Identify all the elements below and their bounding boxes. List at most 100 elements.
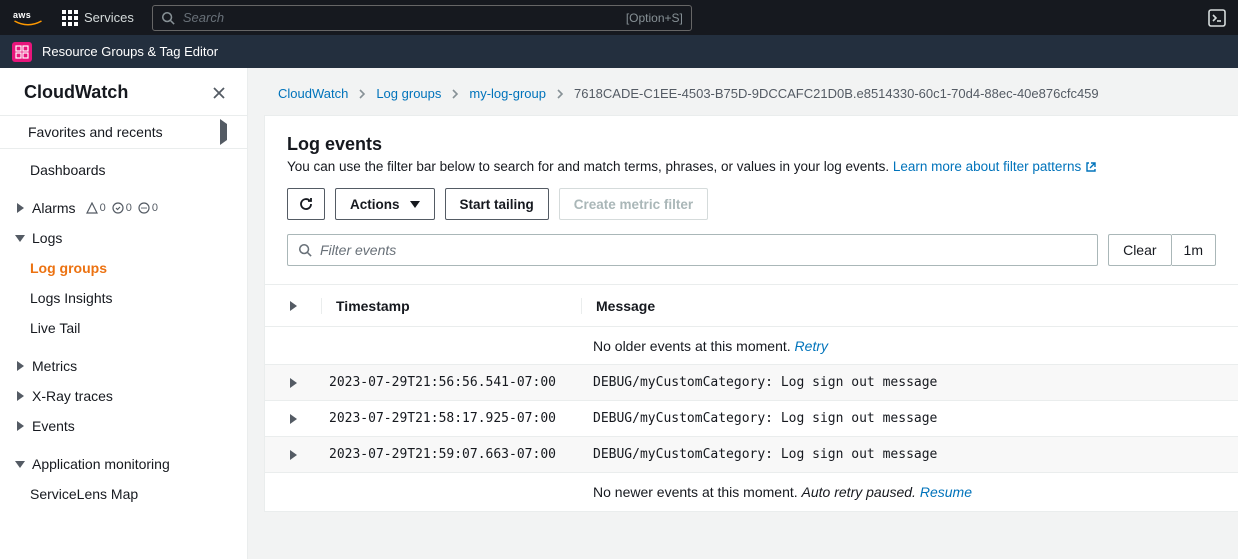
- nav-item-label: Metrics: [32, 358, 77, 374]
- sidebar-title: CloudWatch: [24, 82, 128, 103]
- nav-item-servicelens-map[interactable]: ServiceLens Map: [0, 479, 247, 509]
- favorites-recents[interactable]: Favorites and recents: [0, 116, 247, 149]
- nav-item-logs-insights[interactable]: Logs Insights: [0, 283, 247, 313]
- row-message: DEBUG/myCustomCategory: Log sign out mes…: [581, 375, 1238, 390]
- alarm-badges: 000: [86, 202, 158, 214]
- search-shortcut: [Option+S]: [626, 11, 683, 25]
- log-row[interactable]: 2023-07-29T21:58:17.925-07:00DEBUG/myCus…: [265, 401, 1238, 437]
- alarm-triangle-icon: 0: [86, 202, 106, 214]
- retry-link[interactable]: Retry: [795, 338, 828, 354]
- time-range-button[interactable]: 1m: [1172, 234, 1216, 266]
- nav-item-label: Dashboards: [30, 162, 106, 178]
- filter-input-wrapper[interactable]: [287, 234, 1098, 266]
- refresh-button[interactable]: [287, 188, 325, 220]
- chevron-right-icon: [220, 124, 227, 140]
- nav-item-label: Logs: [32, 230, 62, 246]
- row-expand-toggle[interactable]: [265, 414, 321, 424]
- content-area: CloudWatch Log groups my-log-group 7618CADE…: [248, 68, 1238, 559]
- services-label: Services: [84, 10, 134, 25]
- start-tailing-button[interactable]: Start tailing: [445, 188, 549, 220]
- nav-item-log-groups[interactable]: Log groups: [0, 253, 247, 283]
- row-timestamp: 2023-07-29T21:56:56.541-07:00: [321, 375, 581, 390]
- nav-item-dashboards[interactable]: Dashboards: [0, 155, 247, 185]
- grid-icon: [62, 10, 78, 26]
- filter-bar: Clear 1m: [287, 234, 1216, 266]
- log-row[interactable]: 2023-07-29T21:56:56.541-07:00DEBUG/myCus…: [265, 365, 1238, 401]
- expand-all-toggle[interactable]: [265, 301, 321, 311]
- nav-item-metrics[interactable]: Metrics: [0, 351, 247, 381]
- log-row[interactable]: 2023-07-29T21:59:07.663-07:00DEBUG/myCus…: [265, 437, 1238, 473]
- row-timestamp: 2023-07-29T21:59:07.663-07:00: [321, 447, 581, 462]
- chevron-down-icon: [410, 201, 420, 208]
- nav-item-logs[interactable]: Logs: [0, 223, 247, 253]
- global-search[interactable]: [Option+S]: [152, 5, 692, 31]
- breadcrumb-item[interactable]: my-log-group: [469, 86, 546, 101]
- nav-item-label: Live Tail: [30, 320, 80, 336]
- chevron-right-icon: [14, 361, 26, 371]
- external-link-icon: [1085, 161, 1097, 173]
- toolbar: Actions Start tailing Create metric filt…: [287, 188, 1216, 220]
- filter-events-input[interactable]: [320, 242, 1087, 258]
- breadcrumb-item: 7618CADE-C1EE-4503-B75D-9DCCAFC21D0B.e85…: [574, 86, 1099, 101]
- sidebar-close-button[interactable]: [211, 85, 227, 101]
- clear-button[interactable]: Clear: [1108, 234, 1171, 266]
- column-message[interactable]: Message: [581, 298, 1238, 314]
- refresh-icon: [298, 196, 314, 212]
- chevron-down-icon: [14, 235, 26, 242]
- nav-item-live-tail[interactable]: Live Tail: [0, 313, 247, 343]
- create-metric-filter-button: Create metric filter: [559, 188, 708, 220]
- row-timestamp: 2023-07-29T21:58:17.925-07:00: [321, 411, 581, 426]
- search-icon: [161, 11, 175, 25]
- panel-heading: Log events: [287, 134, 1216, 155]
- nav-item-label: ServiceLens Map: [30, 486, 138, 502]
- log-events-panel: Log events You can use the filter bar be…: [264, 115, 1238, 285]
- favorites-label: Favorites and recents: [28, 124, 163, 140]
- chevron-right-icon: [14, 391, 26, 401]
- chevron-right-icon: [14, 421, 26, 431]
- resume-link[interactable]: Resume: [920, 484, 972, 500]
- sidebar: CloudWatch Favorites and recents Dashboa…: [0, 68, 248, 559]
- nav-item-label: Logs Insights: [30, 290, 113, 306]
- log-events-table: Timestamp Message No older events at thi…: [264, 285, 1238, 512]
- breadcrumb-separator: [556, 89, 564, 99]
- table-header: Timestamp Message: [265, 285, 1238, 327]
- learn-more-link[interactable]: Learn more about filter patterns: [893, 159, 1097, 174]
- search-input[interactable]: [183, 10, 618, 25]
- actions-button[interactable]: Actions: [335, 188, 435, 220]
- cloudshell-icon[interactable]: [1208, 9, 1226, 27]
- breadcrumb-separator: [358, 89, 366, 99]
- svg-text:aws: aws: [13, 10, 31, 20]
- topbar: aws Services [Option+S]: [0, 0, 1238, 35]
- alarm-dots-icon: 0: [138, 202, 158, 214]
- resource-groups-icon: [12, 42, 32, 62]
- nav-item-application-monitoring[interactable]: Application monitoring: [0, 449, 247, 479]
- row-message: DEBUG/myCustomCategory: Log sign out mes…: [581, 447, 1238, 462]
- nav-item-label: X-Ray traces: [32, 388, 113, 404]
- breadcrumb-item[interactable]: Log groups: [376, 86, 441, 101]
- nav-item-label: Application monitoring: [32, 456, 170, 472]
- row-message: DEBUG/myCustomCategory: Log sign out mes…: [581, 411, 1238, 426]
- services-menu[interactable]: Services: [62, 10, 134, 26]
- aws-logo[interactable]: aws: [12, 9, 44, 27]
- row-expand-toggle[interactable]: [265, 378, 321, 388]
- panel-description: You can use the filter bar below to sear…: [287, 159, 1216, 174]
- nav-item-events[interactable]: Events: [0, 411, 247, 441]
- subbar: Resource Groups & Tag Editor: [0, 35, 1238, 68]
- alarm-check-icon: 0: [112, 202, 132, 214]
- nav-item-alarms[interactable]: Alarms000: [0, 193, 247, 223]
- nav-item-x-ray-traces[interactable]: X-Ray traces: [0, 381, 247, 411]
- breadcrumb: CloudWatch Log groups my-log-group 7618CADE…: [248, 86, 1238, 115]
- nav-item-label: Alarms: [32, 200, 76, 216]
- no-older-row: No older events at this moment. Retry: [265, 327, 1238, 365]
- breadcrumb-item[interactable]: CloudWatch: [278, 86, 348, 101]
- chevron-down-icon: [14, 461, 26, 468]
- column-timestamp[interactable]: Timestamp: [321, 298, 581, 314]
- row-expand-toggle[interactable]: [265, 450, 321, 460]
- search-icon: [298, 243, 312, 257]
- no-newer-row: No newer events at this moment. Auto ret…: [265, 473, 1238, 511]
- chevron-right-icon: [14, 203, 26, 213]
- nav-item-label: Events: [32, 418, 75, 434]
- resource-groups-link[interactable]: Resource Groups & Tag Editor: [42, 44, 218, 59]
- nav-item-label: Log groups: [30, 260, 107, 276]
- breadcrumb-separator: [451, 89, 459, 99]
